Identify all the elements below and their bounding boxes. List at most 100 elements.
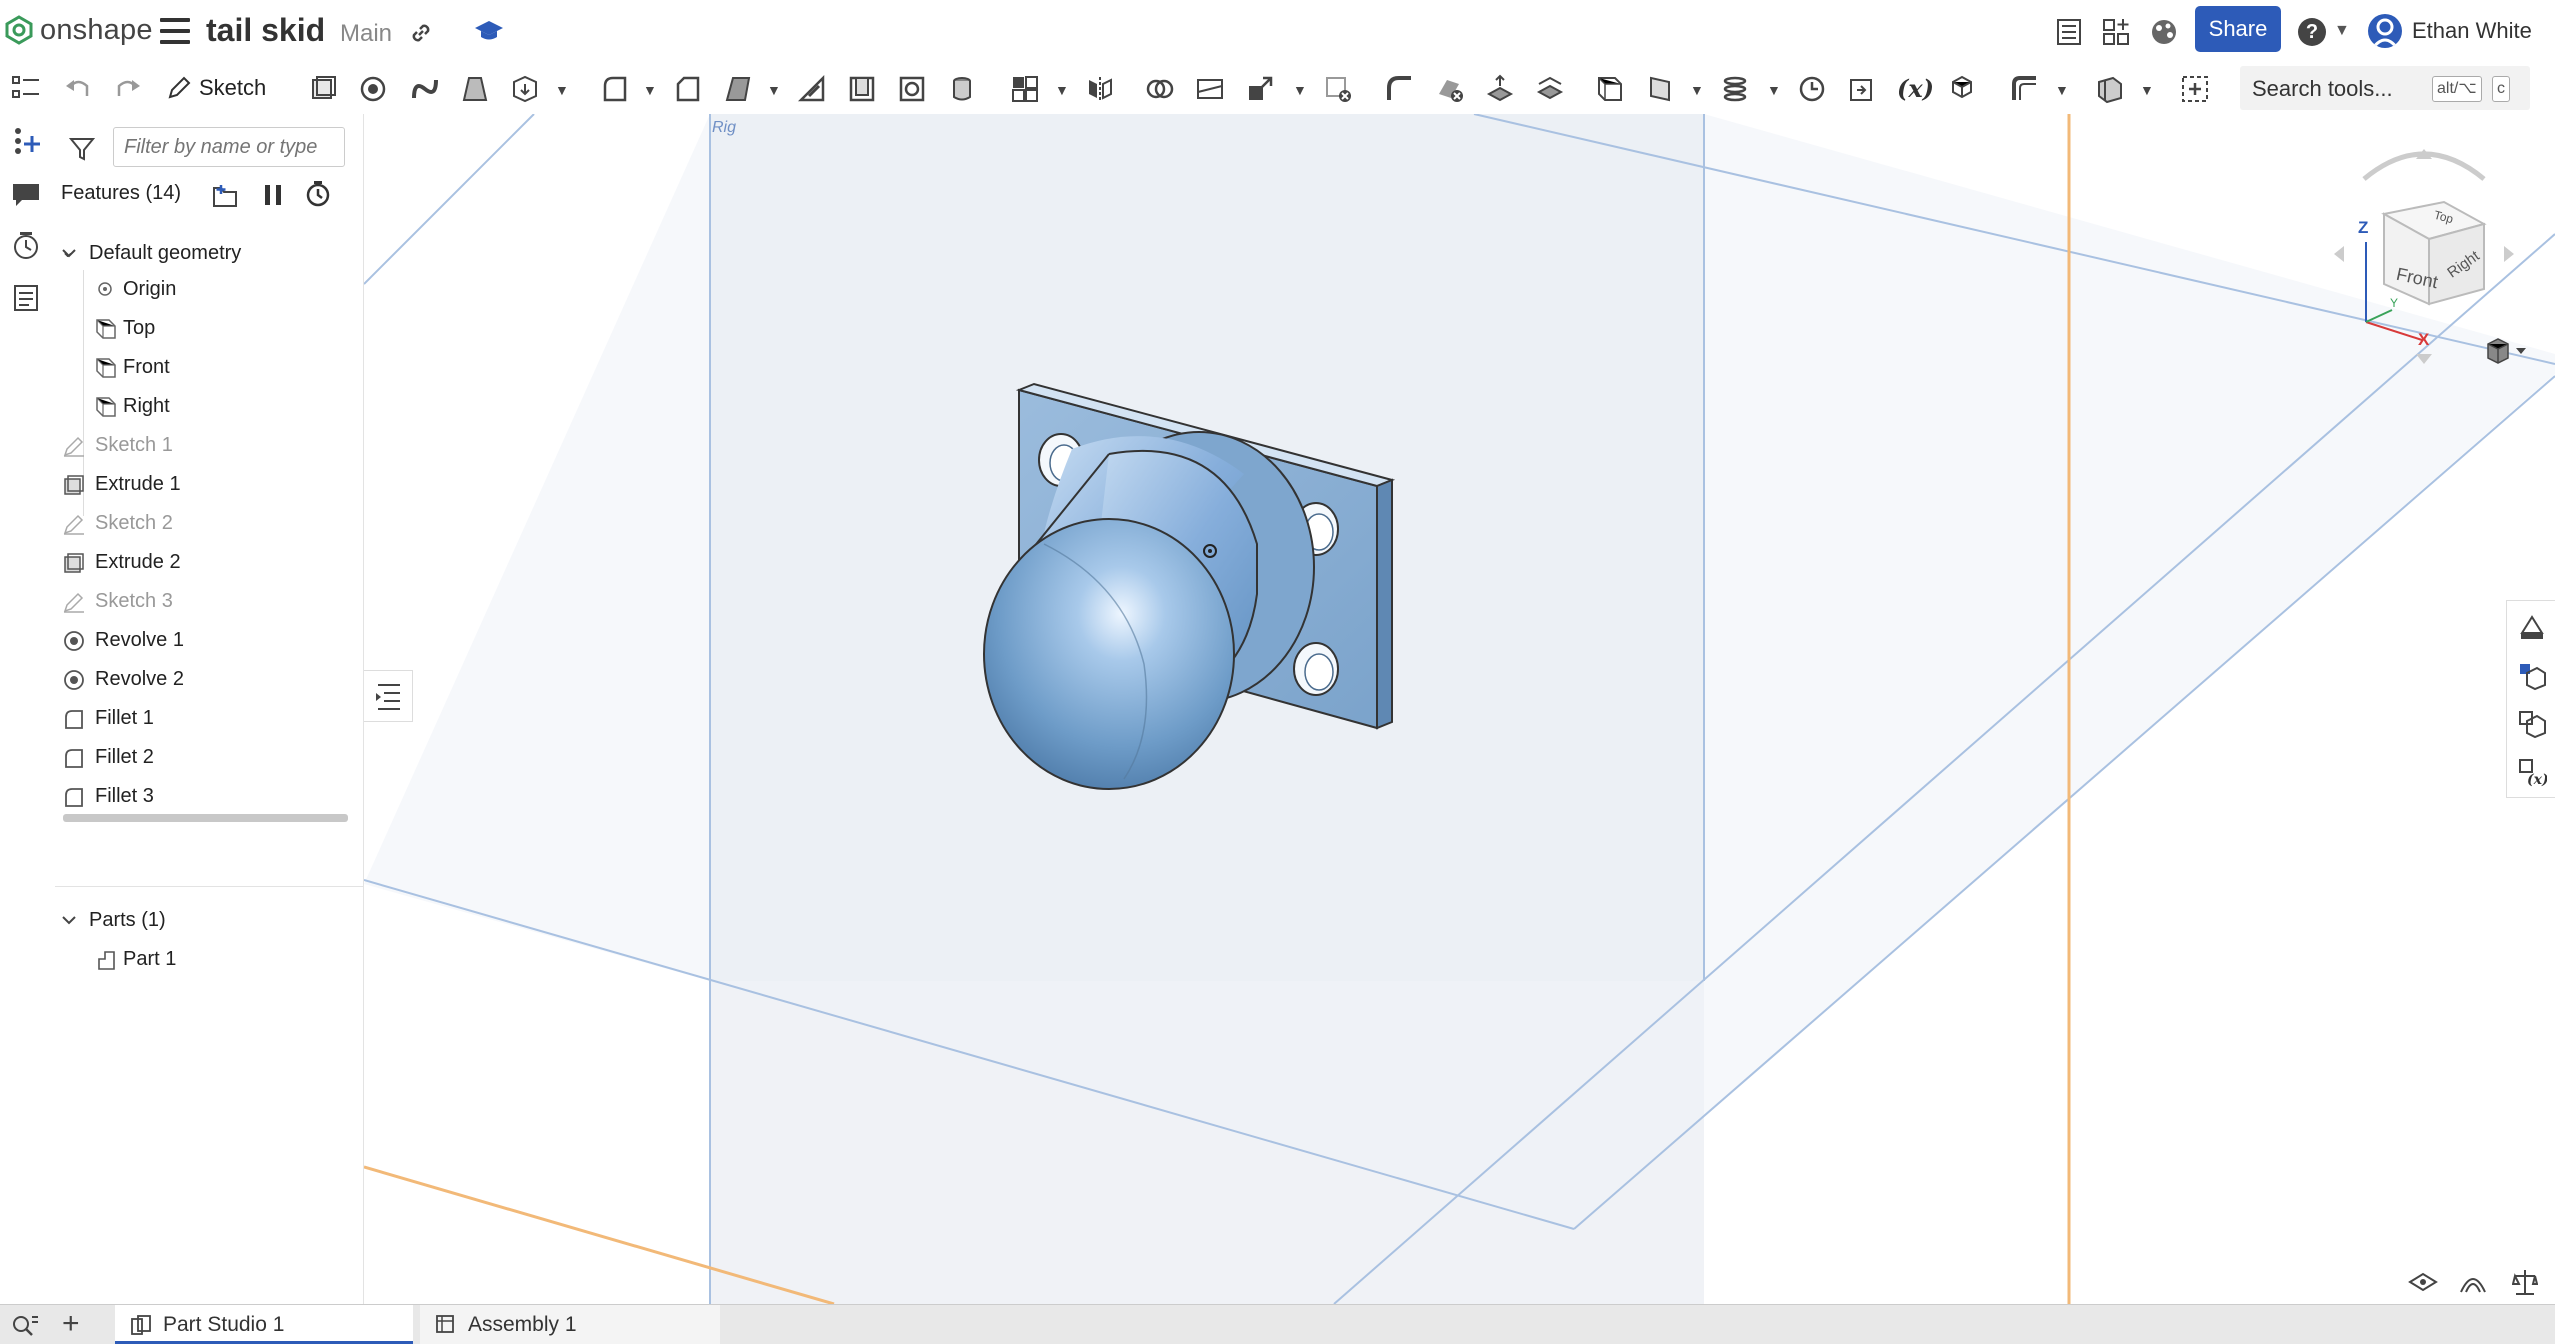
user-avatar-icon[interactable] (2368, 14, 2402, 48)
filter-icon[interactable] (69, 136, 95, 162)
feature-item-sketch-1[interactable]: Sketch 1 (63, 427, 353, 463)
modify-fillet-icon[interactable] (1385, 74, 1415, 104)
chamfer-icon[interactable] (673, 74, 703, 104)
named-views-icon[interactable] (2408, 1270, 2438, 1294)
feature-item-sketch-3[interactable]: Sketch 3 (63, 583, 353, 619)
delete-part-icon[interactable] (1323, 74, 1353, 104)
chevron-down-icon[interactable]: ▼ (2055, 82, 2069, 98)
filter-input[interactable] (113, 127, 345, 167)
feature-item-revolve-1[interactable]: Revolve 1 (63, 622, 353, 658)
chevron-down-icon[interactable]: ▼ (643, 82, 657, 98)
search-tabs-icon[interactable] (10, 1313, 40, 1337)
chevron-down-icon[interactable]: ▼ (767, 82, 781, 98)
document-title[interactable]: tail skid (206, 12, 325, 49)
add-folder-icon[interactable] (212, 182, 240, 208)
learning-center-icon[interactable] (474, 18, 504, 44)
display-states-icon[interactable] (2517, 661, 2547, 691)
tree-item-plane-front[interactable]: Front (95, 349, 345, 385)
user-name[interactable]: Ethan White (2412, 18, 2532, 44)
app-store-icon[interactable] (2100, 16, 2132, 48)
mate-connector-icon[interactable] (1645, 74, 1675, 104)
link-icon[interactable] (408, 20, 434, 46)
transform-icon[interactable] (1245, 74, 1275, 104)
pause-icon[interactable] (260, 182, 286, 208)
add-tab-button[interactable]: + (62, 1305, 80, 1343)
model-canvas[interactable]: Rig (364, 114, 2555, 1304)
feature-item-revolve-2[interactable]: Revolve 2 (63, 661, 353, 697)
delete-face-icon[interactable] (1435, 74, 1465, 104)
move-face-icon[interactable] (1485, 74, 1515, 104)
boolean-icon[interactable] (1145, 74, 1175, 104)
loft-icon[interactable] (460, 74, 490, 104)
chevron-down-icon[interactable] (61, 245, 77, 261)
sheet-metal-icon[interactable] (2010, 74, 2040, 104)
collapse-panel-button[interactable] (364, 670, 413, 722)
rebuild-timer-icon[interactable] (304, 180, 332, 208)
variable-table-icon[interactable]: (x) (2517, 757, 2547, 787)
feature-item-extrude-1[interactable]: Extrude 1 (63, 466, 353, 502)
configuration-icon[interactable] (2517, 709, 2547, 739)
default-geometry-group[interactable]: ⌄ Default geometry (61, 235, 351, 271)
parts-list-icon[interactable] (10, 282, 42, 314)
hole-icon[interactable] (897, 74, 927, 104)
onshape-logo-icon[interactable] (4, 15, 34, 45)
tab-assembly[interactable]: Assembly 1 (420, 1305, 720, 1344)
replace-face-icon[interactable] (1535, 74, 1565, 104)
chevron-down-icon[interactable] (61, 912, 77, 928)
section-view-icon[interactable] (2458, 1270, 2488, 1294)
undo-icon[interactable] (63, 74, 93, 104)
composite-part-icon[interactable] (1947, 74, 1977, 104)
chevron-down-icon[interactable]: ▼ (2334, 22, 2350, 40)
add-custom-feature-icon[interactable] (2180, 74, 2210, 104)
mirror-icon[interactable] (1085, 74, 1115, 104)
feature-item-fillet-2[interactable]: Fillet 2 (63, 739, 353, 775)
tree-item-origin[interactable]: Origin (95, 271, 345, 307)
workspace-info-icon[interactable] (2053, 16, 2085, 48)
rollback-bar[interactable] (63, 814, 348, 822)
branch-name[interactable]: Main (340, 20, 392, 48)
appearance-icon[interactable] (2517, 613, 2547, 643)
render-studio-icon[interactable] (2148, 16, 2180, 48)
feature-item-fillet-3[interactable]: Fillet 3 (63, 778, 353, 814)
part-item[interactable]: Part 1 (95, 941, 345, 977)
feature-item-extrude-2[interactable]: Extrude 2 (63, 544, 353, 580)
chevron-down-icon[interactable]: ▼ (1690, 82, 1704, 98)
helix-icon[interactable] (1720, 74, 1750, 104)
help-icon[interactable]: ? (2298, 18, 2326, 46)
search-tools-input[interactable]: Search tools... alt/⌥ c (2240, 66, 2530, 110)
parts-group[interactable]: Parts (1) (61, 902, 351, 938)
view-mode-dropdown[interactable] (2482, 336, 2532, 366)
measure-icon[interactable] (1797, 74, 1827, 104)
revolve-icon[interactable] (358, 74, 388, 104)
panel-divider[interactable] (55, 886, 363, 887)
rib-icon[interactable] (797, 74, 827, 104)
menu-icon[interactable] (160, 18, 190, 44)
tab-part-studio[interactable]: Part Studio 1 (115, 1305, 413, 1344)
feature-list-icon[interactable] (10, 72, 42, 104)
fillet-icon[interactable] (600, 74, 630, 104)
chevron-down-icon[interactable]: ▼ (1767, 82, 1781, 98)
version-history-icon[interactable] (10, 230, 42, 262)
thicken-icon[interactable] (510, 74, 540, 104)
chevron-down-icon[interactable]: ▼ (1293, 82, 1307, 98)
derived-icon[interactable] (1847, 74, 1877, 104)
share-button[interactable]: Share (2195, 6, 2281, 52)
extrude-icon[interactable] (308, 74, 338, 104)
mass-properties-icon[interactable] (2512, 1268, 2538, 1296)
chevron-down-icon[interactable]: ▼ (1055, 82, 1069, 98)
redo-icon[interactable] (113, 74, 143, 104)
feature-item-sketch-2[interactable]: Sketch 2 (63, 505, 353, 541)
plane-icon[interactable] (1595, 74, 1625, 104)
insert-feature-icon[interactable] (10, 124, 42, 156)
linear-pattern-icon[interactable] (1010, 74, 1040, 104)
graphics-area[interactable]: Rig Front Top Right Z X Y (364, 114, 2555, 1304)
split-icon[interactable] (1195, 74, 1225, 104)
chevron-down-icon[interactable]: ▼ (2140, 82, 2154, 98)
shell-icon[interactable] (847, 74, 877, 104)
sweep-icon[interactable] (410, 74, 440, 104)
cylinder-icon[interactable] (947, 74, 977, 104)
tree-item-plane-top[interactable]: Top (95, 310, 345, 346)
draft-icon[interactable] (723, 74, 753, 104)
comments-icon[interactable] (10, 178, 42, 210)
variable-icon[interactable]: (x) (1897, 74, 1934, 104)
